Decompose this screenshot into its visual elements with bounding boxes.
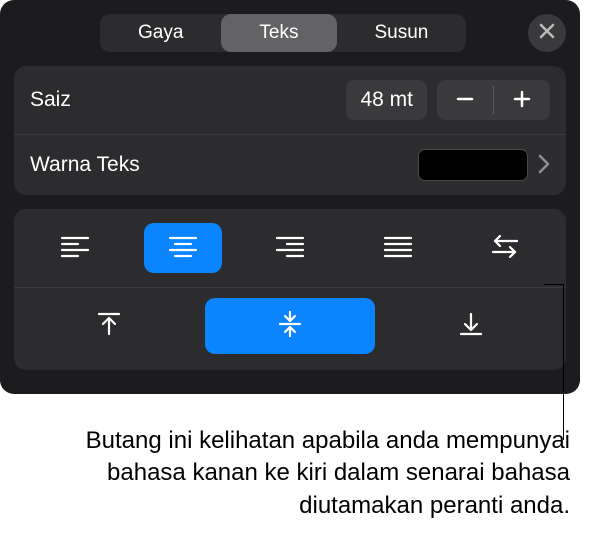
text-color-row[interactable]: Warna Teks [14,134,566,195]
valign-bottom-button[interactable] [421,298,521,354]
text-color-label: Warna Teks [30,153,418,177]
chevron-right-icon [538,150,550,181]
plus-icon [512,85,532,116]
align-center-icon [168,234,198,263]
size-decrease-button[interactable] [437,80,493,120]
size-increase-button[interactable] [494,80,550,120]
size-row: Saiz 48 mt [14,66,566,134]
tab-teks[interactable]: Teks [221,14,336,52]
align-right-icon [275,234,305,263]
text-direction-button[interactable] [466,223,544,273]
align-right-button[interactable] [251,223,329,273]
valign-top-icon [95,310,123,343]
callout-caption: Butang ini kelihatan apabila anda mempun… [60,425,570,522]
size-label: Saiz [30,88,346,112]
valign-bottom-icon [457,310,485,343]
align-left-button[interactable] [36,223,114,273]
vertical-align-row [14,287,566,370]
valign-middle-icon [276,310,304,343]
close-icon [539,23,555,44]
tab-bar: Gaya Teks Susun [0,0,580,66]
align-center-button[interactable] [144,223,222,273]
size-value-field[interactable]: 48 mt [346,80,427,120]
text-properties-group: Saiz 48 mt [14,66,566,195]
callout-leader-line [563,284,564,440]
format-panel: Gaya Teks Susun Saiz 48 mt [0,0,580,394]
valign-middle-button[interactable] [205,298,375,354]
text-direction-icon [489,234,521,263]
minus-icon [455,85,475,116]
tab-gaya[interactable]: Gaya [100,14,221,52]
align-left-icon [60,234,90,263]
horizontal-align-row [14,209,566,287]
align-justify-icon [383,234,413,263]
valign-top-button[interactable] [59,298,159,354]
tab-susun[interactable]: Susun [337,14,467,52]
align-justify-button[interactable] [359,223,437,273]
alignment-group [14,209,566,370]
text-color-swatch[interactable] [418,149,528,181]
tab-segmented-control: Gaya Teks Susun [100,14,466,52]
close-button[interactable] [528,14,566,52]
size-stepper [437,80,550,120]
